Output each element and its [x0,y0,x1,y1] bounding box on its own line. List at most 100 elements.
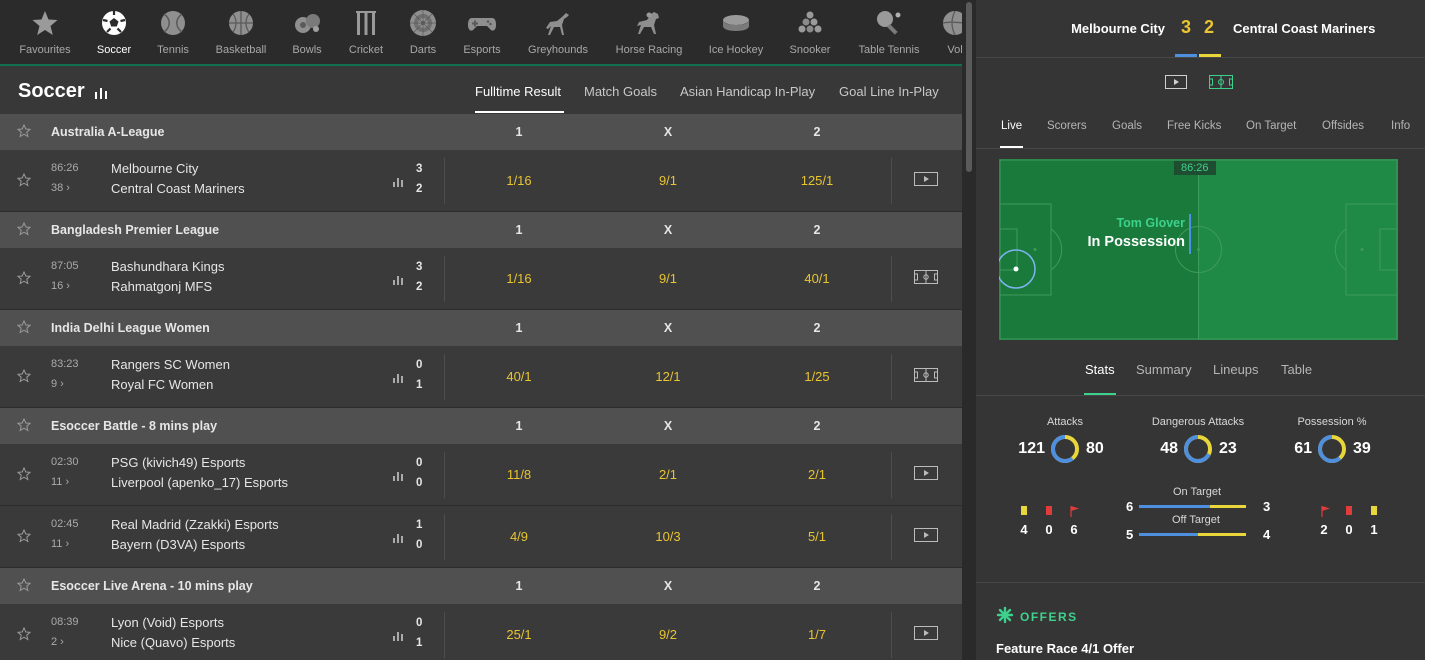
video-icon[interactable] [914,172,938,191]
match-stats-icon[interactable] [393,174,405,192]
league-name[interactable]: Bangladesh Premier League [51,223,219,237]
home-team[interactable]: Lyon (Void) Esports [111,615,224,630]
league-name[interactable]: Esoccer Battle - 8 mins play [51,419,217,433]
odds-draw-button[interactable]: 9/2 [628,627,708,642]
home-team[interactable]: PSG (kivich49) Esports [111,455,245,470]
tab-lineups[interactable]: Lineups [1213,362,1259,377]
league-name[interactable]: India Delhi League Women [51,321,210,335]
sport-ice-hockey[interactable]: Ice Hockey [696,0,776,66]
match-markets-count[interactable]: 11 › [51,538,69,550]
tab-asian-handicap[interactable]: Asian Handicap In-Play [680,84,815,99]
favourite-star-icon[interactable] [16,123,32,143]
tab-on-target[interactable]: On Target [1246,120,1296,132]
home-team[interactable]: Rangers SC Women [111,357,230,372]
tab-free-kicks[interactable]: Free Kicks [1167,120,1221,132]
away-team[interactable]: Royal FC Women [111,377,213,392]
match-row[interactable]: 83:23 9 › Rangers SC Women Royal FC Women 0 1… [0,346,962,408]
home-team[interactable]: Melbourne City [111,161,198,176]
match-stats-icon[interactable] [393,468,405,486]
favourite-star-icon[interactable] [16,577,32,597]
odds-away-button[interactable]: 1/25 [777,369,857,384]
odds-away-button[interactable]: 1/7 [777,627,857,642]
sport-favourites[interactable]: Favourites [5,0,85,66]
match-stats-icon[interactable] [393,272,405,290]
tab-match-goals[interactable]: Match Goals [584,84,657,99]
sport-snooker[interactable]: Snooker [770,0,850,66]
sport-greyhounds[interactable]: Greyhounds [518,0,598,66]
scrollbar[interactable] [962,0,976,660]
odds-away-button[interactable]: 5/1 [777,529,857,544]
odds-home-button[interactable]: 4/9 [479,529,559,544]
away-team[interactable]: Liverpool (apenko_17) Esports [111,475,288,490]
away-team[interactable]: Central Coast Mariners [111,181,245,196]
league-name[interactable]: Australia A-League [51,125,164,139]
favourite-star-icon[interactable] [16,528,32,548]
away-team[interactable]: Rahmatgonj MFS [111,279,212,294]
match-row[interactable]: 87:05 16 › Bashundhara Kings Rahmatgonj MFS… [0,248,962,310]
favourite-star-icon[interactable] [16,368,32,388]
match-markets-count[interactable]: 2 › [51,636,64,648]
odds-draw-button[interactable]: 9/1 [628,271,708,286]
favourite-star-icon[interactable] [16,221,32,241]
tab-goals[interactable]: Goals [1112,120,1142,132]
match-stats-icon[interactable] [393,628,405,646]
match-row[interactable]: 86:26 38 › Melbourne City Central Coast Mar… [0,150,962,212]
odds-away-button[interactable]: 125/1 [777,173,857,188]
odds-home-button[interactable]: 1/16 [479,173,559,188]
sport-esports[interactable]: Esports [442,0,522,66]
sport-label: Cricket [348,44,384,56]
home-team[interactable]: Real Madrid (Zzakki) Esports [111,517,279,532]
tab-scorers[interactable]: Scorers [1047,120,1087,132]
match-stats-icon[interactable] [393,530,405,548]
match-row[interactable]: 02:45 11 › Real Madrid (Zzakki) Esports Bay… [0,506,962,568]
tab-goal-line[interactable]: Goal Line In-Play [839,84,939,99]
column-header-home: 1 [515,321,523,335]
match-markets-count[interactable]: 16 › [51,280,70,292]
video-icon[interactable] [914,466,938,485]
video-icon[interactable] [914,626,938,645]
tab-summary[interactable]: Summary [1136,362,1192,377]
tab-table[interactable]: Table [1281,362,1312,377]
favourite-star-icon[interactable] [16,466,32,486]
favourite-star-icon[interactable] [16,417,32,437]
odds-draw-button[interactable]: 12/1 [628,369,708,384]
favourite-star-icon[interactable] [16,626,32,646]
tab-live[interactable]: Live [1001,120,1022,132]
match-markets-count[interactable]: 11 › [51,476,69,488]
odds-away-button[interactable]: 2/1 [777,467,857,482]
video-icon[interactable] [1165,75,1187,89]
odds-home-button[interactable]: 25/1 [479,627,559,642]
favourite-star-icon[interactable] [16,172,32,192]
odds-draw-button[interactable]: 2/1 [628,467,708,482]
odds-home-button[interactable]: 40/1 [479,369,559,384]
away-team[interactable]: Bayern (D3VA) Esports [111,537,245,552]
away-team[interactable]: Nice (Quavo) Esports [111,635,235,650]
offer-item[interactable]: Feature Race 4/1 Offer [996,641,1134,656]
match-markets-count[interactable]: 9 › [51,378,64,390]
home-team[interactable]: Bashundhara Kings [111,259,224,274]
odds-home-button[interactable]: 1/16 [479,271,559,286]
odds-home-button[interactable]: 11/8 [479,467,559,482]
tab-stats[interactable]: Stats [1085,362,1115,377]
pitch-tracker-icon[interactable] [1209,75,1233,89]
match-stats-icon[interactable] [393,370,405,388]
odds-draw-button[interactable]: 10/3 [628,529,708,544]
favourite-star-icon[interactable] [16,319,32,339]
tab-fulltime-result[interactable]: Fulltime Result [475,84,561,99]
match-row[interactable]: 02:30 11 › PSG (kivich49) Esports Liverpool… [0,444,962,506]
favourite-star-icon[interactable] [16,270,32,290]
odds-away-button[interactable]: 40/1 [777,271,857,286]
league-name[interactable]: Esoccer Live Arena - 10 mins play [51,579,253,593]
tab-offsides[interactable]: Offsides [1322,120,1364,132]
stats-bars-icon[interactable] [94,86,108,100]
odds-draw-button[interactable]: 9/1 [628,173,708,188]
sport-horse-racing[interactable]: Horse Racing [609,0,689,66]
match-markets-count[interactable]: 38 › [51,182,70,194]
pitch-tracker-icon[interactable] [914,270,938,289]
sport-vol[interactable]: Vol [915,0,962,66]
video-icon[interactable] [914,528,938,547]
match-row[interactable]: 08:39 2 › Lyon (Void) Esports Nice (Quavo) … [0,604,962,660]
scrollbar-thumb[interactable] [966,2,972,172]
pitch-tracker-icon[interactable] [914,368,938,387]
tab-info[interactable]: Info [1391,120,1410,132]
